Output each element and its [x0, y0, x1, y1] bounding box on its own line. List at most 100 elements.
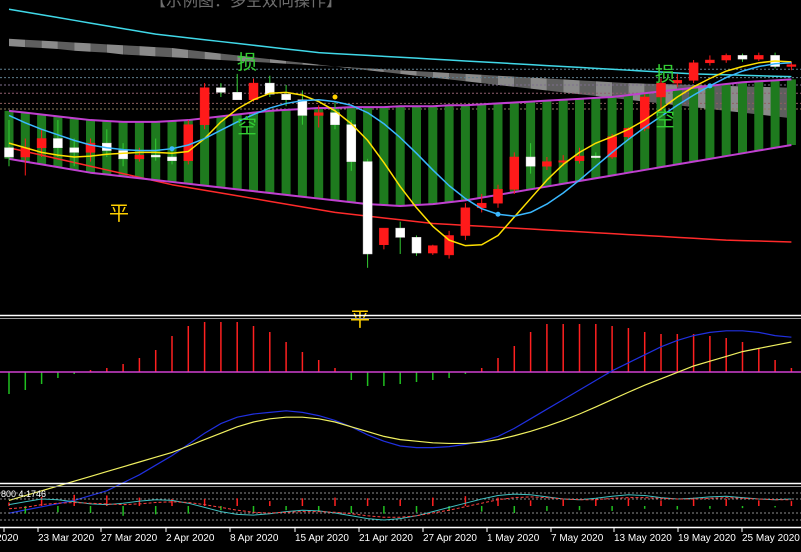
- candle-body: [4, 147, 14, 158]
- candle-body: [134, 154, 145, 160]
- signal-annotation: 损: [655, 62, 675, 86]
- band-bar: [477, 104, 487, 198]
- x-tick-label: 27 Mar 2020: [101, 533, 158, 544]
- cloud-segment: [286, 60, 303, 65]
- band-bar: [265, 110, 275, 194]
- candle-body: [786, 64, 797, 67]
- macd-line: [8, 330, 792, 514]
- x-tick-label: 23 Mar 2020: [38, 533, 95, 544]
- cloud-segment: [383, 69, 401, 74]
- cloud-segment: [25, 39, 42, 49]
- candle-body: [199, 87, 210, 125]
- candle-body: [395, 227, 405, 238]
- cloud-segment: [139, 46, 156, 57]
- candle-body: [525, 156, 536, 167]
- trading-chart: 损空平平损空 【示例图：多空双向操作】 800 4.1746 r 202023 …: [0, 0, 801, 552]
- candle-body: [118, 150, 128, 160]
- cloud-segment: [106, 44, 124, 55]
- candle-body: [542, 161, 552, 167]
- signal-annotation: 空: [237, 114, 257, 138]
- cloud-segment: [335, 66, 352, 69]
- signal-annotation: 平: [109, 201, 129, 225]
- cloud-segment: [514, 76, 531, 89]
- oscillator-readout: 800 4.1746: [1, 489, 46, 499]
- macd-signal-line: [8, 341, 792, 501]
- cloud-segment: [302, 62, 319, 66]
- band-bar: [575, 98, 584, 182]
- cloud-segment: [400, 70, 417, 76]
- candle-body: [346, 124, 357, 162]
- candle-body: [721, 55, 731, 61]
- main-price-pane: 损空平平损空: [0, 8, 801, 331]
- oscillator-line: [8, 493, 792, 521]
- cloud-segment: [481, 74, 498, 85]
- candle-body: [754, 55, 764, 60]
- cloud-segment: [220, 53, 238, 61]
- band-bar: [460, 105, 470, 201]
- x-axis: r 2020 23 Mar 2020 27 Mar 2020 2 Apr 2020 8 …: [0, 528, 800, 544]
- chart-title: 【示例图：多空双向操作】: [150, 0, 342, 10]
- band-bar: [770, 80, 780, 148]
- cloud-segment: [269, 59, 287, 64]
- signal-dot: [707, 83, 713, 89]
- x-tick-label: 27 Apr 2020: [423, 533, 477, 544]
- band-bar: [281, 109, 291, 195]
- candle-body: [737, 55, 748, 60]
- band-bar: [738, 82, 747, 154]
- oscillator-pane: [0, 492, 801, 521]
- candle-body: [460, 207, 471, 236]
- candle-body: [379, 227, 389, 245]
- band-bar: [493, 103, 503, 195]
- macd-pane: [0, 322, 801, 514]
- band-bar: [558, 99, 568, 184]
- candle-body: [216, 87, 226, 93]
- x-tick-label: 1 May 2020: [487, 533, 540, 544]
- candle-body: [330, 112, 340, 125]
- band-bar: [721, 84, 731, 157]
- signal-annotation: 空: [655, 107, 675, 131]
- signal-dot: [332, 94, 338, 100]
- candle-body: [509, 156, 520, 190]
- candle-body: [36, 138, 47, 149]
- x-tick-label: 19 May 2020: [678, 533, 736, 544]
- signal-dot: [169, 146, 175, 152]
- candle-body: [53, 138, 63, 149]
- cloud-segment: [123, 45, 140, 56]
- candle-body: [69, 147, 79, 153]
- cloud-segment: [90, 43, 107, 53]
- candle-body: [688, 62, 699, 81]
- cloud-segment: [9, 38, 26, 48]
- candle-body: [591, 155, 601, 158]
- candle-body: [248, 82, 259, 100]
- candle-body: [493, 189, 503, 204]
- candle-body: [428, 245, 438, 254]
- x-tick-label: 7 May 2020: [551, 533, 604, 544]
- cloud-segment: [74, 42, 91, 52]
- signal-dot: [495, 211, 501, 217]
- cloud-segment: [595, 81, 613, 98]
- x-tick-label: r 2020: [0, 533, 19, 544]
- candle-body: [232, 92, 242, 100]
- band-bar: [428, 106, 438, 205]
- candle-body: [281, 93, 291, 100]
- candle-body: [183, 124, 194, 161]
- cloud-segment: [530, 77, 547, 91]
- candle-body: [574, 155, 585, 161]
- band-bar: [786, 79, 796, 145]
- x-tick-label: 21 Apr 2020: [359, 533, 413, 544]
- x-tick-label: 15 Apr 2020: [295, 533, 349, 544]
- candle-body: [150, 154, 161, 158]
- band-bar: [754, 81, 764, 151]
- band-bar: [216, 116, 226, 188]
- band-bar: [705, 85, 715, 159]
- band-bar: [542, 100, 552, 187]
- cloud-segment: [204, 51, 221, 61]
- cloud-segment: [172, 48, 189, 59]
- candle-body: [297, 99, 308, 116]
- x-tick-label: 8 Apr 2020: [230, 533, 279, 544]
- x-tick-label: 25 May 2020: [742, 533, 800, 544]
- cloud-segment: [188, 49, 205, 60]
- signal-annotation: 损: [237, 50, 257, 74]
- candle-body: [362, 161, 373, 255]
- band-bar: [689, 87, 699, 162]
